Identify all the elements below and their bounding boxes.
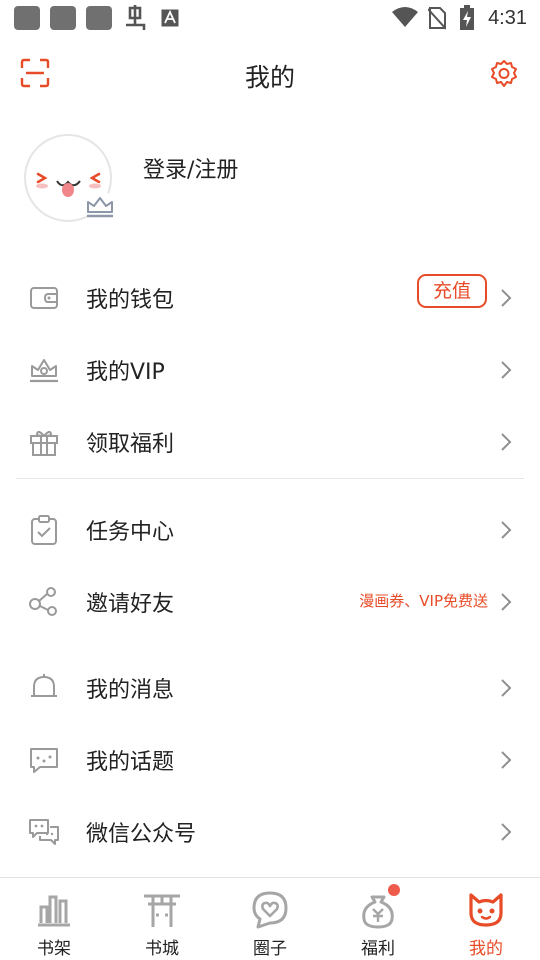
chat-bubble-icon — [30, 748, 58, 773]
recharge-button[interactable]: 充值 — [417, 274, 487, 308]
wechat-icon — [29, 819, 59, 845]
menu-item-tasks[interactable]: 任务中心 — [0, 494, 540, 566]
page-title: 我的 — [244, 63, 295, 92]
nav-label: 书架 — [37, 939, 71, 959]
menu-item-messages[interactable]: 我的消息 — [0, 652, 540, 724]
menu-item-wechat[interactable]: 微信公众号 — [0, 796, 540, 868]
notification-square-icon — [50, 6, 76, 30]
menu-item-label: 邀请好友 — [86, 592, 175, 617]
nav-label: 福利 — [361, 939, 395, 959]
bell-icon — [31, 674, 57, 697]
status-bar: 4:31 — [0, 0, 540, 36]
chevron-right-icon — [501, 593, 512, 611]
bug-icon — [126, 5, 146, 30]
status-time: 4:31 — [488, 7, 527, 29]
nav-tab-community[interactable]: 圈子 — [216, 878, 324, 960]
gift-icon — [30, 430, 58, 456]
section-divider — [16, 478, 524, 479]
menu-item-label: 我的话题 — [86, 750, 175, 775]
heart-chat-icon — [252, 891, 288, 929]
menu-item-benefits[interactable]: 领取福利 — [0, 406, 540, 478]
crown-icon — [30, 359, 58, 383]
battery-charging-icon — [460, 5, 474, 30]
avatar[interactable] — [24, 134, 114, 224]
nav-tab-bookshelf[interactable]: 书架 — [0, 878, 108, 960]
bottom-nav: 书架 书城 圈子 福利 我的 — [0, 877, 540, 960]
menu-item-wallet[interactable]: 我的钱包 充值 — [0, 262, 540, 334]
wallet-icon — [30, 287, 58, 309]
menu-item-vip[interactable]: 我的VIP — [0, 334, 540, 406]
chevron-right-icon — [501, 823, 512, 841]
chevron-right-icon — [501, 521, 512, 539]
menu-item-label: 我的钱包 — [86, 288, 175, 313]
gear-icon[interactable] — [489, 59, 519, 89]
chevron-right-icon — [501, 361, 512, 379]
nav-tab-mine[interactable]: 我的 — [432, 878, 540, 960]
menu-item-label: 领取福利 — [86, 432, 175, 457]
cat-face-icon — [469, 893, 503, 927]
chevron-right-icon — [501, 433, 512, 451]
chevron-right-icon — [501, 679, 512, 697]
menu-item-label: 微信公众号 — [86, 822, 197, 847]
menu-item-label: 我的VIP — [86, 360, 165, 385]
torii-gate-icon — [144, 894, 180, 927]
nav-label: 我的 — [469, 939, 503, 959]
nav-label: 书城 — [145, 939, 179, 959]
clipboard-check-icon — [31, 515, 57, 545]
menu-item-invite[interactable]: 邀请好友 漫画券、VIP免费送 — [0, 566, 540, 638]
menu-item-label: 任务中心 — [86, 520, 175, 545]
chevron-right-icon — [501, 289, 512, 307]
nav-tab-welfare[interactable]: 福利 — [324, 878, 432, 960]
notification-square-icon — [14, 6, 40, 30]
notification-square-icon — [86, 6, 112, 30]
chevron-right-icon — [501, 751, 512, 769]
font-a-icon — [161, 9, 179, 27]
wifi-icon — [392, 7, 418, 27]
notification-badge — [388, 884, 400, 896]
login-register-link[interactable]: 登录/注册 — [143, 152, 238, 184]
nav-label: 圈子 — [253, 939, 287, 959]
no-sim-icon — [428, 7, 446, 30]
menu-item-topics[interactable]: 我的话题 — [0, 724, 540, 796]
invite-promo-text: 漫画券、VIP免费送 — [359, 592, 488, 610]
share-icon — [29, 587, 57, 616]
menu-item-label: 我的消息 — [86, 678, 175, 703]
nav-tab-bookstore[interactable]: 书城 — [108, 878, 216, 960]
header: 我的 — [0, 44, 540, 104]
bookshelf-icon — [38, 895, 70, 927]
